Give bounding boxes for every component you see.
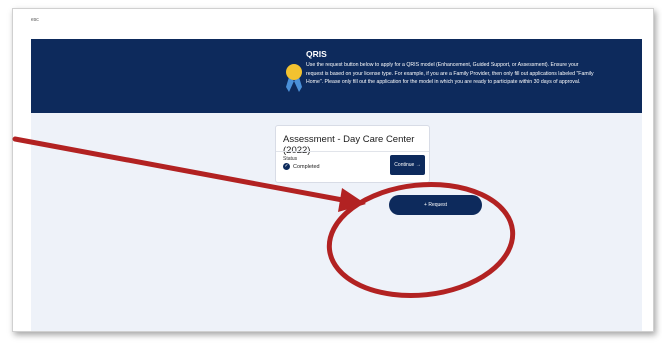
application-card: Assessment - Day Care Center (2022) Stat… — [275, 125, 430, 183]
card-divider — [276, 151, 429, 152]
award-ribbon-icon — [286, 64, 302, 92]
continue-button[interactable]: Continue → — [390, 155, 425, 175]
banner-title: QRIS — [306, 49, 327, 59]
check-circle-icon: ✓ — [283, 163, 290, 170]
status-value: Completed — [293, 163, 320, 170]
banner-description: Use the request button below to apply fo… — [306, 62, 594, 86]
corner-label: esc — [31, 17, 39, 23]
card-title: Assessment - Day Care Center (2022) — [283, 134, 415, 156]
status-badge: ✓ Completed — [283, 163, 320, 170]
status-label: Status — [283, 156, 298, 162]
request-button[interactable]: + Request — [389, 195, 482, 215]
screenshot-frame: esc QRIS Use the request button below to… — [12, 8, 654, 332]
